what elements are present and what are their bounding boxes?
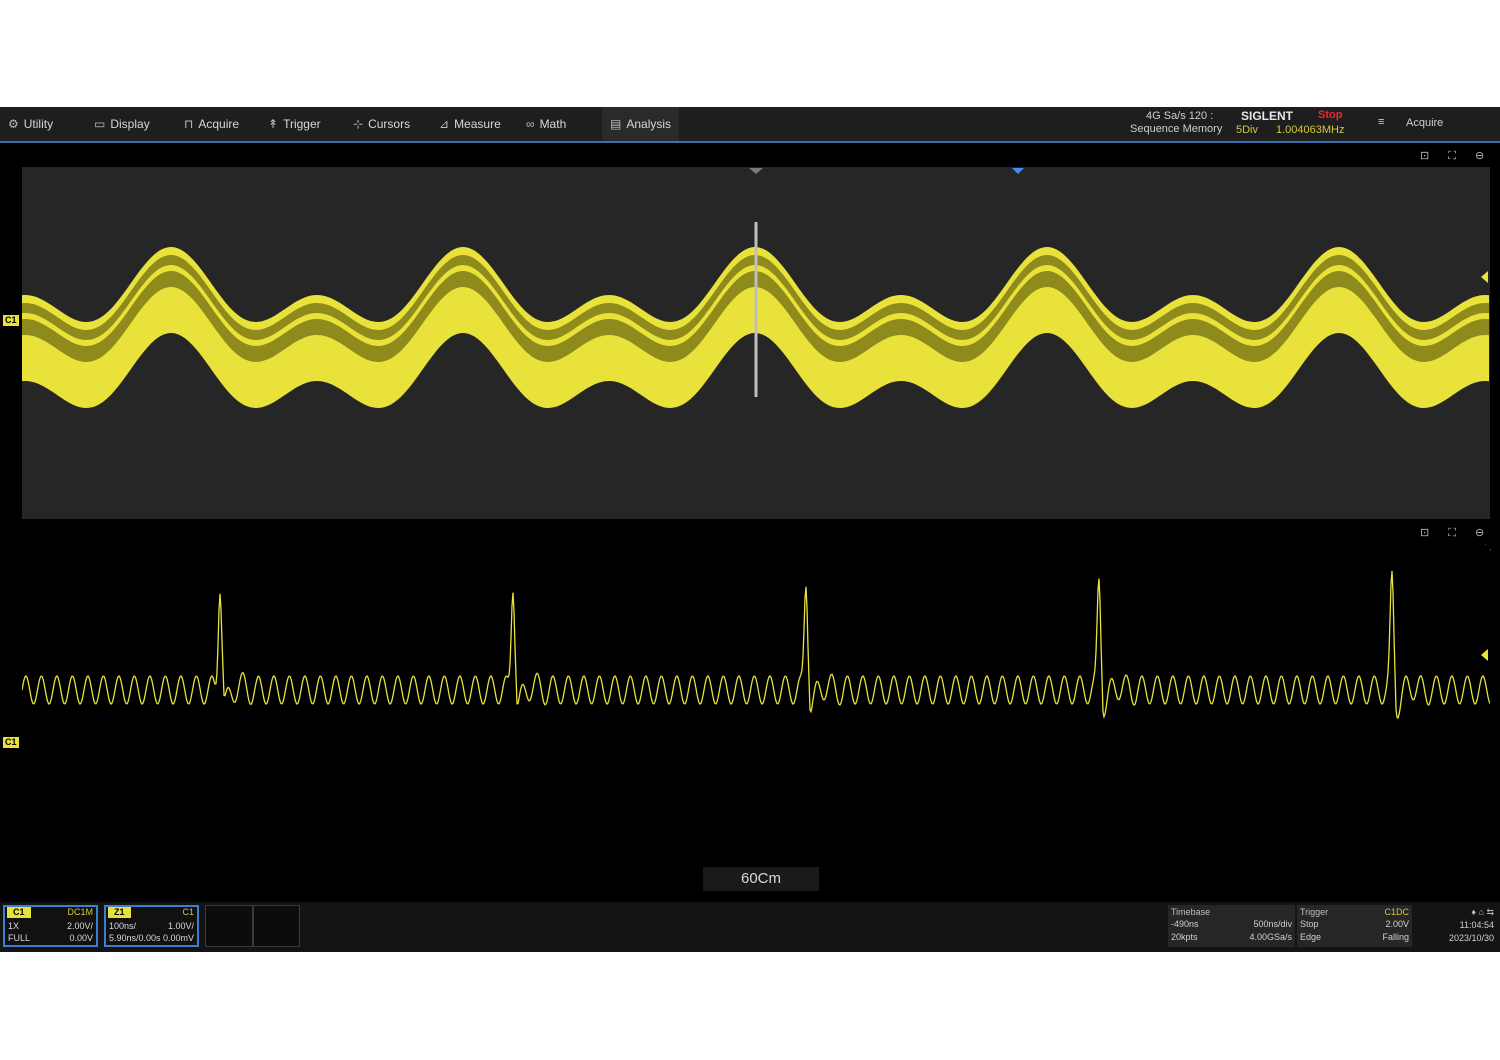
zoom-source: C1 xyxy=(182,907,194,917)
zoom-offset: 0.00mV xyxy=(162,933,194,943)
trigger-level-marker[interactable] xyxy=(1481,271,1488,283)
mode-label[interactable]: Acquire xyxy=(1406,117,1443,129)
zoom-tag: Z1 xyxy=(108,907,131,918)
bottom-info-bar: C1 DC1M 1X 2.00V/ FULL 0.00V Z1 C1 100ns/ … xyxy=(0,902,1500,952)
system-status-icons: ♦ ⌂ ⇆ xyxy=(1471,907,1494,917)
zoom-z1-box[interactable]: Z1 C1 100ns/ 1.00V/ 5.90ns/0.00s 0.00mV xyxy=(104,905,199,947)
empty-channel-slot[interactable] xyxy=(253,905,300,947)
zoom-trace xyxy=(21,570,1491,720)
timebase-box[interactable]: Timebase -490ns 500ns/div 20kpts 4.00GSa… xyxy=(1168,905,1295,947)
clock-box: ♦ ⌂ ⇆ 11:04:54 2023/10/30 xyxy=(1415,905,1497,947)
menu-display-label: Display xyxy=(110,117,150,131)
channel-c1-box[interactable]: C1 DC1M 1X 2.00V/ FULL 0.00V xyxy=(3,905,98,947)
timebase-title: Timebase xyxy=(1171,907,1211,917)
menu-analysis[interactable]: ▤ Analysis xyxy=(602,107,680,141)
zoom-trigger-level-marker[interactable] xyxy=(1481,649,1488,661)
menu-trigger-label: Trigger xyxy=(283,117,321,131)
menu-bar: ⚙ Utility ▭ Display ⊓ Acquire ↟ Trigger … xyxy=(0,107,1500,143)
menu-utility[interactable]: ⚙ Utility xyxy=(8,107,53,141)
zoom-waveform xyxy=(21,570,1491,720)
vertical-scale: 2.00V/ xyxy=(66,921,93,931)
timebase-scale: 500ns/div xyxy=(1253,919,1292,929)
menu-acquire-label: Acquire xyxy=(198,117,240,131)
trigger-mode: Stop xyxy=(1300,919,1319,929)
zoom-channel-offset-marker[interactable]: C1 xyxy=(3,737,19,748)
bandwidth-limit: FULL xyxy=(8,933,31,943)
channel-coupling: DC1M xyxy=(67,907,93,917)
cursors-icon: ⊹ xyxy=(353,117,364,131)
channel-tag: C1 xyxy=(7,907,31,918)
empty-channel-slot[interactable] xyxy=(205,905,253,947)
trigger-title: Trigger xyxy=(1300,907,1329,917)
menu-display[interactable]: ▭ Display xyxy=(94,107,150,141)
zoom-window-controls[interactable]: ⊡ ⛶ ⊖ xyxy=(1420,526,1492,540)
memory-depth: 20kpts xyxy=(1171,932,1198,942)
acquire-icon: ⊓ xyxy=(184,117,194,131)
menu-math[interactable]: ∞ Math xyxy=(526,107,566,141)
menu-list-icon[interactable]: ≡ xyxy=(1378,116,1384,128)
trigger-icon: ↟ xyxy=(268,117,279,131)
menu-measure[interactable]: ⊿ Measure xyxy=(439,107,501,141)
sample-rate-text: 4G Sa/s 120 : xyxy=(1146,110,1214,122)
menu-analysis-label: Analysis xyxy=(626,117,672,131)
zoom-window-label: 60Cm xyxy=(703,867,819,891)
zoom-waveform-window[interactable] xyxy=(21,545,1491,905)
frequency-counter: 1.004063MHz xyxy=(1276,124,1345,136)
sample-rate: 4.00GSa/s xyxy=(1249,932,1292,942)
menu-cursors-label: Cursors xyxy=(368,117,411,131)
math-icon: ∞ xyxy=(526,117,535,131)
menu-utility-label: Utility xyxy=(23,117,54,131)
monitor-icon: ▭ xyxy=(94,117,106,131)
channel-offset-marker[interactable]: C1 xyxy=(3,315,19,326)
menu-measure-label: Measure xyxy=(454,117,501,131)
trigger-source: C1DC xyxy=(1384,907,1409,917)
trigger-box[interactable]: Trigger C1DC Stop 2.00V Edge Falling xyxy=(1297,905,1412,947)
main-waveform-window[interactable] xyxy=(22,167,1490,519)
menu-cursors[interactable]: ⊹ Cursors xyxy=(353,107,410,141)
main-waveform xyxy=(22,222,1489,408)
zoom-delay: 5.90ns/0.00s xyxy=(109,933,161,943)
probe-ratio: 1X xyxy=(8,921,20,931)
gear-icon: ⚙ xyxy=(8,117,19,131)
clock-date: 2023/10/30 xyxy=(1448,933,1494,943)
menu-acquire[interactable]: ⊓ Acquire xyxy=(184,107,239,141)
timebase-delay: -490ns xyxy=(1171,919,1199,929)
trigger-position-marker[interactable] xyxy=(749,168,763,174)
clock-time: 11:04:54 xyxy=(1459,920,1494,930)
main-window-controls[interactable]: ⊡ ⛶ ⊖ xyxy=(1420,149,1492,163)
oscilloscope-screen: ⚙ Utility ▭ Display ⊓ Acquire ↟ Trigger … xyxy=(0,107,1500,952)
menu-math-label: Math xyxy=(539,117,567,131)
vertical-offset: 0.00V xyxy=(69,933,93,943)
zoom-timebase: 100ns/ xyxy=(109,921,137,931)
measure-icon: ⊿ xyxy=(439,117,450,131)
analysis-icon: ▤ xyxy=(610,117,622,131)
run-state[interactable]: Stop xyxy=(1318,109,1342,121)
menu-trigger[interactable]: ↟ Trigger xyxy=(268,107,321,141)
trigger-type: Edge xyxy=(1300,932,1322,942)
channel-indicator: 5Div xyxy=(1236,124,1259,136)
zoom-vertical-scale: 1.00V/ xyxy=(167,921,194,931)
memory-mode-text: Sequence Memory xyxy=(1130,123,1223,135)
zoom-position-marker[interactable] xyxy=(1012,168,1024,174)
brand-logo: SIGLENT xyxy=(1241,109,1294,123)
trigger-slope: Falling xyxy=(1382,932,1409,942)
trigger-level: 2.00V xyxy=(1385,919,1409,929)
